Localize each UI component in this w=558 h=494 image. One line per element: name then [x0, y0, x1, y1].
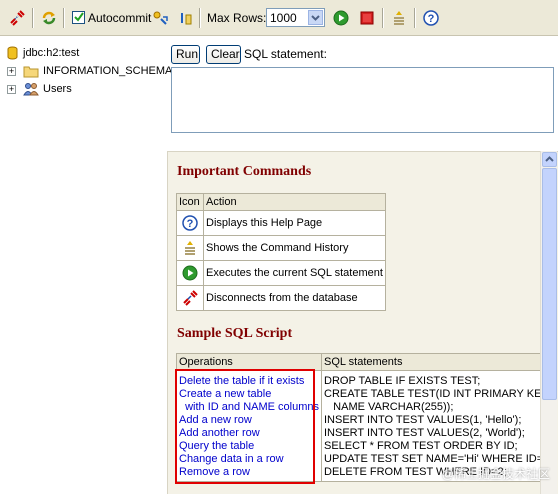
folder-icon — [23, 66, 39, 77]
svg-text:?: ? — [428, 13, 435, 25]
operation-link[interactable]: Query the table — [179, 440, 319, 453]
toolbar: Autocommit Max Rows: 1000 ? — [0, 0, 558, 36]
max-rows-select[interactable]: 1000 — [266, 8, 325, 27]
watermark: @稀土掘金技术社区 — [441, 467, 550, 481]
table-row: ? Displays this Help Page — [176, 210, 386, 236]
autocommit-label: Autocommit — [88, 11, 152, 25]
run-button[interactable]: Run — [171, 45, 200, 64]
tree-connection-label: jdbc:h2:test — [23, 47, 80, 59]
command-action: Disconnects from the database — [203, 285, 386, 311]
clear-button[interactable]: Clear — [206, 45, 241, 64]
scrollbar-thumb[interactable] — [542, 168, 557, 400]
table-row: Disconnects from the database — [176, 285, 386, 311]
max-rows-label: Max Rows: — [207, 11, 267, 25]
run-icon — [179, 265, 201, 281]
command-action: Executes the current SQL statement — [203, 260, 386, 286]
history-icon — [179, 240, 201, 256]
scroll-up-icon[interactable] — [542, 152, 557, 167]
command-action: Shows the Command History — [203, 235, 386, 261]
help-icon: ? — [179, 215, 201, 231]
sql-line: INSERT INTO TEST VALUES(1, 'Hello'); — [324, 414, 522, 426]
column-header: Action — [203, 193, 386, 211]
command-action: Displays this Help Page — [203, 210, 386, 236]
table-row: Executes the current SQL statement — [176, 260, 386, 286]
operation-link[interactable]: Add a new row — [179, 414, 319, 427]
important-commands-heading: Important Commands — [177, 164, 312, 179]
autocommit-checkbox[interactable] — [72, 11, 85, 24]
toolbar-separator — [414, 8, 416, 28]
column-header: SQL statements — [320, 353, 556, 371]
tree-connection[interactable]: jdbc:h2:test — [7, 45, 79, 61]
tree-item-label: Users — [43, 83, 72, 95]
expand-icon[interactable]: + — [7, 67, 16, 76]
sql-statement-label: SQL statement: — [244, 47, 327, 61]
toolbar-separator — [199, 8, 201, 28]
sql-line: NAME VARCHAR(255)); — [324, 401, 454, 413]
chevron-down-icon[interactable] — [308, 10, 323, 25]
max-rows-value: 1000 — [270, 11, 297, 25]
commit-icon[interactable] — [151, 9, 169, 27]
sql-line: DROP TABLE IF EXISTS TEST; — [324, 375, 481, 387]
sql-line: SELECT * FROM TEST ORDER BY ID; — [324, 440, 518, 452]
operation-link[interactable]: Create a new table — [179, 388, 319, 401]
run-icon[interactable] — [332, 9, 350, 27]
toolbar-separator — [382, 8, 384, 28]
tree-item-label: INFORMATION_SCHEMA — [43, 65, 173, 77]
disconnect-icon[interactable] — [8, 9, 26, 27]
disconnect-icon — [179, 290, 201, 306]
table-row: Shows the Command History — [176, 235, 386, 261]
operation-link[interactable]: Add another row — [179, 427, 319, 440]
toolbar-separator — [32, 8, 34, 28]
column-header: Icon — [176, 193, 204, 211]
sql-input[interactable] — [171, 67, 554, 133]
operation-link[interactable]: Change data in a row — [179, 453, 319, 466]
expand-icon[interactable]: + — [7, 85, 16, 94]
database-icon — [7, 46, 18, 60]
refresh-icon[interactable] — [40, 9, 58, 27]
help-icon[interactable]: ? — [422, 9, 440, 27]
table-header-row: Operations SQL statements — [176, 353, 556, 371]
sample-sql-heading: Sample SQL Script — [177, 326, 293, 341]
tree-item-users[interactable]: Users — [23, 81, 72, 97]
operation-link[interactable]: with ID and NAME columns — [179, 401, 319, 414]
sample-sql-table: Operations SQL statements Delete the tab… — [176, 353, 556, 482]
commands-table: Icon Action ? Displays this Help Page Sh… — [176, 193, 386, 311]
column-header: Operations — [176, 353, 322, 371]
sql-line: CREATE TABLE TEST(ID INT PRIMARY KEY, — [324, 388, 551, 400]
history-icon[interactable] — [390, 9, 408, 27]
table-header-row: Icon Action — [176, 193, 386, 211]
operation-link[interactable]: Delete the table if it exists — [179, 375, 319, 388]
tree-item-information-schema[interactable]: INFORMATION_SCHEMA — [23, 63, 172, 79]
stop-icon[interactable] — [358, 9, 376, 27]
rollback-icon[interactable] — [177, 9, 195, 27]
help-scrollbar[interactable] — [540, 151, 557, 494]
operation-link[interactable]: Remove a row — [179, 466, 319, 479]
sql-line: INSERT INTO TEST VALUES(2, 'World'); — [324, 427, 525, 439]
check-icon — [74, 12, 84, 22]
toolbar-separator — [63, 8, 65, 28]
operations-cell: Delete the table if it exists Create a n… — [176, 370, 322, 482]
svg-text:?: ? — [187, 218, 194, 230]
users-icon — [23, 83, 39, 96]
